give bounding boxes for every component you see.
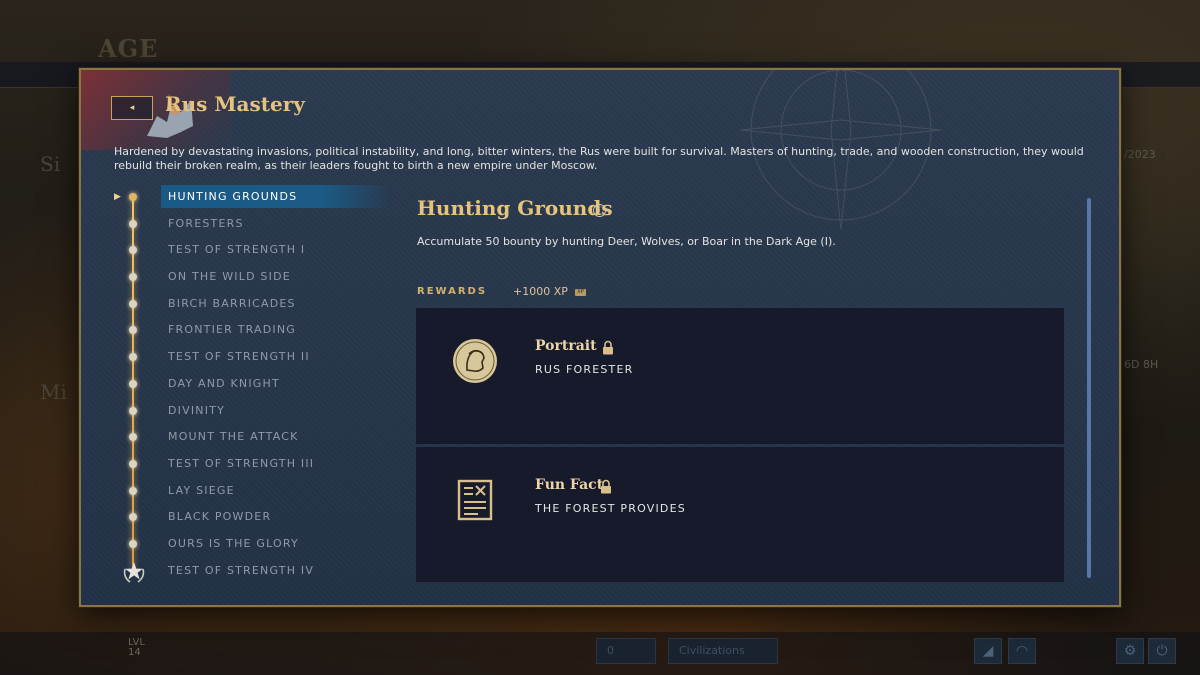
tier-label: HUNTING GROUNDS: [168, 190, 298, 203]
tier-label: LAY SIEGE: [168, 483, 235, 497]
tier-label: TEST OF STRENGTH III: [168, 456, 315, 470]
tier-item-test-of-strength-2[interactable]: TEST OF STRENGTH II: [111, 345, 401, 372]
challenge-description: Accumulate 50 bounty by hunting Deer, Wo…: [417, 235, 836, 248]
progress-node: [129, 513, 137, 522]
background-date-fragment: /2023: [1124, 148, 1156, 161]
tier-item-birch-barricades[interactable]: BIRCH BARRICADES: [111, 292, 401, 319]
reward-subtitle: RUS FORESTER: [535, 363, 634, 376]
tier-label: BLACK POWDER: [168, 510, 272, 524]
portrait-icon: [453, 339, 497, 383]
bg-toolbar-icon[interactable]: ◢: [974, 638, 1002, 664]
tier-item-ours-is-the-glory[interactable]: OURS IS THE GLORY: [111, 532, 401, 559]
scrollbar[interactable]: [1087, 198, 1091, 578]
selection-pointer-icon: ▶: [114, 192, 121, 202]
settings-gear-icon[interactable]: ⚙: [1116, 638, 1144, 664]
civilization-description: Hardened by devastating invasions, polit…: [114, 145, 1084, 172]
background-heading-fragment: Mi: [40, 380, 67, 404]
background-timer-fragment: 6D 8H: [1124, 358, 1159, 371]
rewards-heading: REWARDS: [417, 286, 488, 297]
tier-item-divinity[interactable]: DIVINITY: [111, 399, 401, 426]
progress-node: [129, 193, 137, 201]
xp-badge-icon: XP: [575, 289, 586, 296]
currency-display: 0: [596, 638, 656, 664]
challenge-title: Hunting Grounds: [417, 196, 613, 220]
progress-node: [129, 353, 137, 362]
lock-icon: [603, 340, 613, 355]
reward-name: Fun Fact: [535, 477, 604, 493]
mastery-tier-list: ▶ HUNTING GROUNDS FORESTERS TEST OF STRE…: [111, 185, 401, 585]
progress-node: [129, 246, 137, 255]
mastery-modal: ◂ Rus Mastery Hardened by devastating in…: [79, 68, 1121, 607]
tier-item-frontier-trading[interactable]: FRONTIER TRADING: [111, 318, 401, 345]
tier-item-on-the-wild-side[interactable]: ON THE WILD SIDE: [111, 265, 401, 292]
power-icon[interactable]: ⏻: [1148, 638, 1176, 664]
info-icon[interactable]: ⓘ: [593, 204, 606, 217]
progress-node: [129, 273, 137, 282]
progress-node: [129, 379, 137, 388]
tier-label: BIRCH BARRICADES: [168, 296, 296, 310]
tier-label: TEST OF STRENGTH IV: [168, 563, 315, 577]
laurel-star-icon: [123, 561, 145, 583]
tier-label: TEST OF STRENGTH I: [168, 243, 306, 257]
tier-item-test-of-strength-3[interactable]: TEST OF STRENGTH III: [111, 452, 401, 479]
background-age-title: AGE: [98, 34, 159, 63]
reward-card-portrait[interactable]: Portrait RUS FORESTER: [416, 308, 1064, 444]
reward-subtitle: THE FOREST PROVIDES: [535, 502, 686, 515]
tier-label: FRONTIER TRADING: [168, 323, 297, 337]
tier-item-mount-the-attack[interactable]: MOUNT THE ATTACK: [111, 425, 401, 452]
tier-item-test-of-strength-1[interactable]: TEST OF STRENGTH I: [111, 238, 401, 265]
tier-item-hunting-grounds[interactable]: ▶ HUNTING GROUNDS: [111, 185, 401, 212]
civilizations-menu-button[interactable]: Civilizations: [668, 638, 778, 664]
tier-item-foresters[interactable]: FORESTERS: [111, 212, 401, 239]
tier-label: DIVINITY: [168, 403, 225, 417]
progress-node: [129, 459, 137, 468]
tier-label: FORESTERS: [168, 216, 244, 230]
scroll-document-icon: [457, 479, 493, 521]
progress-node: [129, 299, 137, 308]
tier-label: OURS IS THE GLORY: [168, 536, 299, 550]
tier-item-black-powder[interactable]: BLACK POWDER: [111, 505, 401, 532]
progress-node: [129, 219, 137, 228]
progress-node: [129, 539, 137, 548]
lock-icon: [601, 479, 611, 494]
modal-title: Rus Mastery: [165, 92, 305, 116]
bg-toolbar-icon[interactable]: ◠: [1008, 638, 1036, 664]
progress-node: [129, 433, 137, 442]
player-level-value: 14: [128, 647, 141, 658]
progress-node: [129, 326, 137, 335]
progress-node: [129, 406, 137, 415]
tier-label: TEST OF STRENGTH II: [168, 350, 310, 364]
background-heading-fragment: Si: [40, 152, 61, 176]
reward-name: Portrait: [535, 338, 597, 354]
back-button[interactable]: ◂: [111, 96, 153, 120]
tier-label: ON THE WILD SIDE: [168, 270, 291, 284]
tier-item-day-and-knight[interactable]: DAY AND KNIGHT: [111, 372, 401, 399]
tier-label: DAY AND KNIGHT: [168, 376, 280, 390]
rewards-list: Portrait RUS FORESTER Fun Fact THE FORES…: [416, 308, 1064, 582]
player-level: LVL 14: [128, 638, 145, 658]
reward-card-fun-fact[interactable]: Fun Fact THE FOREST PROVIDES: [416, 447, 1064, 582]
xp-reward: +1000 XP: [513, 285, 568, 298]
tier-item-test-of-strength-4[interactable]: TEST OF STRENGTH IV: [111, 559, 401, 586]
tier-item-lay-siege[interactable]: LAY SIEGE: [111, 479, 401, 506]
tier-label: MOUNT THE ATTACK: [168, 430, 299, 444]
progress-node: [129, 486, 137, 495]
